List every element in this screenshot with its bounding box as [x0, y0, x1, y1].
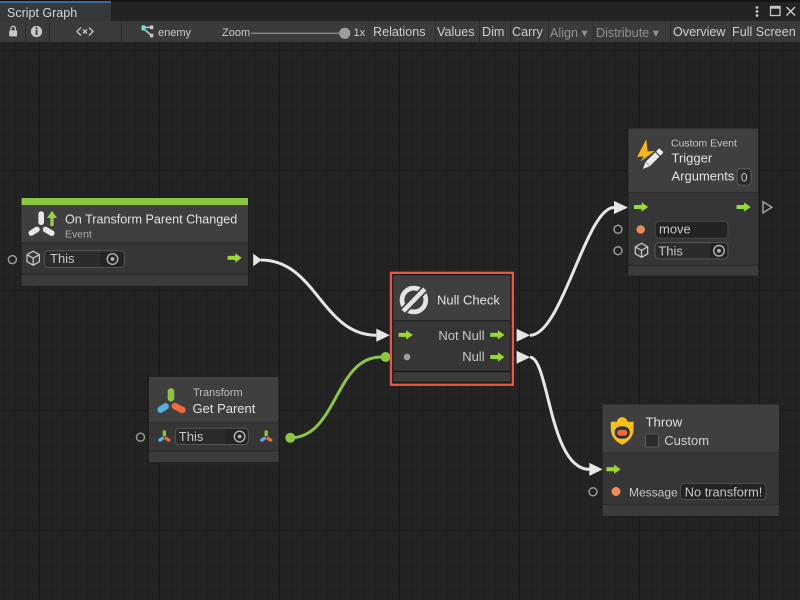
- svg-text:Throw: Throw: [646, 414, 683, 429]
- svg-text:This: This: [179, 429, 204, 444]
- svg-text:On Transform Parent Changed: On Transform Parent Changed: [65, 213, 237, 227]
- svg-text:Trigger: Trigger: [672, 151, 713, 166]
- svg-text:Arguments: Arguments: [672, 168, 735, 183]
- svg-text:Message: Message: [629, 485, 678, 499]
- svg-text:Get Parent: Get Parent: [193, 401, 256, 416]
- svg-text:Not Null: Not Null: [438, 328, 484, 343]
- svg-text:move: move: [659, 221, 691, 236]
- svg-text:Custom: Custom: [664, 433, 709, 448]
- svg-text:Custom Event: Custom Event: [671, 138, 737, 150]
- svg-text:Event: Event: [65, 229, 92, 241]
- svg-text:Null Check: Null Check: [437, 292, 500, 307]
- svg-text:No transform!: No transform!: [685, 484, 763, 499]
- svg-text:0: 0: [741, 170, 748, 184]
- svg-text:This: This: [658, 243, 683, 258]
- svg-text:Transform: Transform: [193, 387, 243, 399]
- svg-text:Null: Null: [462, 349, 485, 364]
- svg-text:This: This: [50, 251, 75, 266]
